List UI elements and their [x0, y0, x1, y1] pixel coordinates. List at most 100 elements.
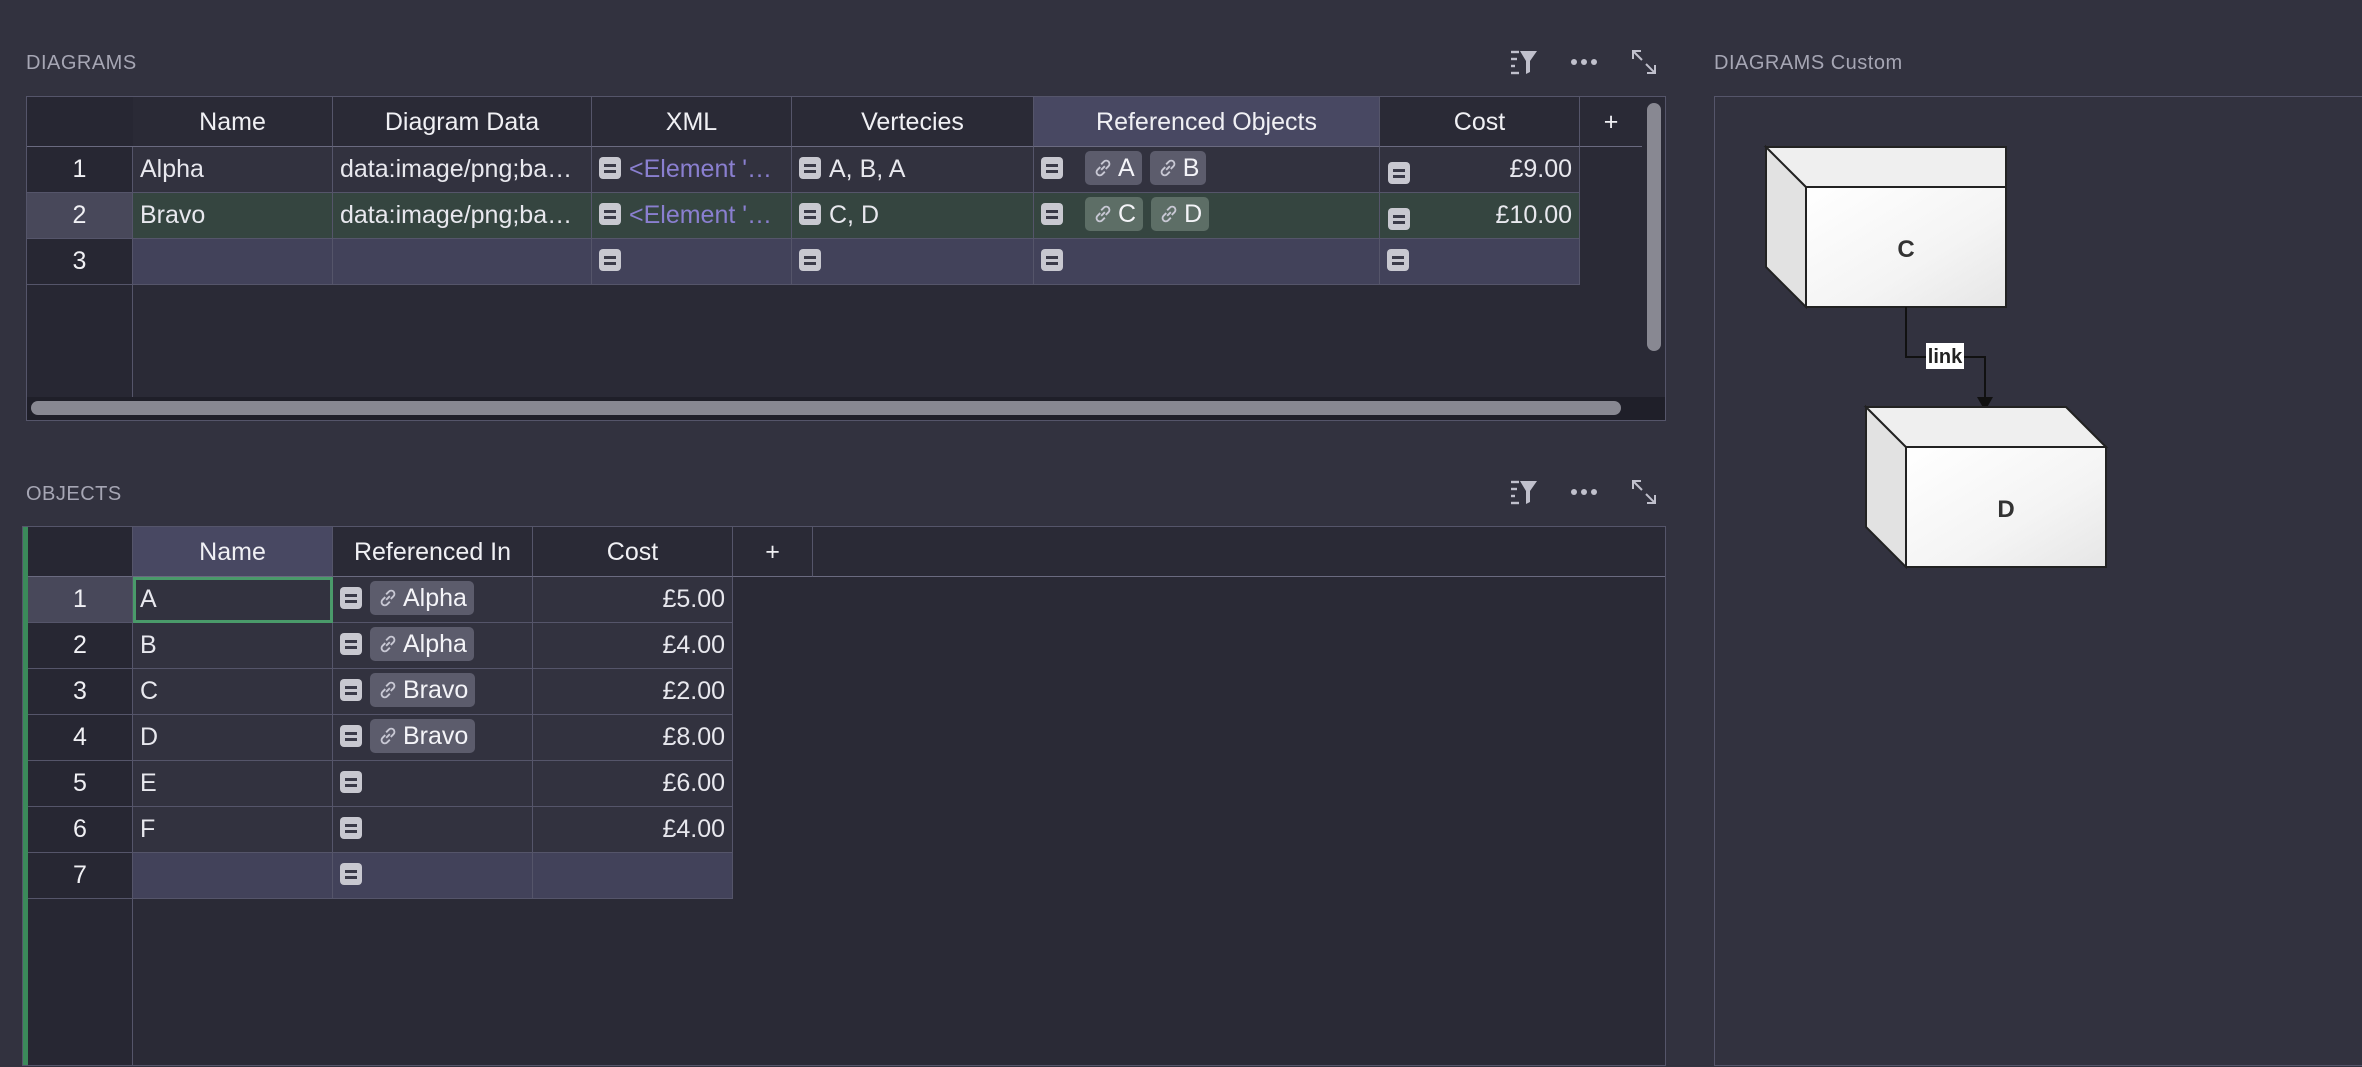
cell-referenced-objects[interactable]: [1034, 239, 1380, 285]
cell-cost[interactable]: £4.00: [533, 623, 733, 669]
list-icon[interactable]: [599, 249, 621, 272]
cell-referenced-objects[interactable]: AB: [1034, 147, 1380, 193]
column-header-referenced-in[interactable]: Referenced In: [333, 527, 533, 577]
add-column-button[interactable]: +: [733, 527, 813, 577]
reference-chip[interactable]: Alpha: [370, 581, 474, 616]
list-icon[interactable]: [599, 203, 621, 226]
more-icon[interactable]: [1564, 42, 1604, 82]
column-header-name[interactable]: Name: [133, 97, 333, 147]
list-icon[interactable]: [799, 157, 821, 180]
cell-referenced-in[interactable]: Bravo: [333, 715, 533, 761]
cell-name[interactable]: A: [133, 577, 333, 623]
list-icon[interactable]: [340, 587, 362, 610]
cell-vertecies[interactable]: [792, 239, 1034, 285]
cell-referenced-in[interactable]: Alpha: [333, 577, 533, 623]
objects-grid: Name Referenced In Cost + 1 A Alpha £5.00 2 B…: [22, 526, 1666, 1066]
row-number[interactable]: 2: [28, 623, 133, 669]
cell-diagram-data[interactable]: data:image/png;ba…: [333, 147, 592, 193]
column-header-vertecies[interactable]: Vertecies: [792, 97, 1034, 147]
horizontal-scrollbar[interactable]: [31, 401, 1621, 415]
sort-filter-icon[interactable]: [1504, 472, 1544, 512]
list-icon[interactable]: [340, 633, 362, 656]
list-icon[interactable]: [340, 863, 362, 886]
vertical-scrollbar[interactable]: [1647, 103, 1661, 351]
list-icon[interactable]: [1388, 162, 1410, 184]
row-number[interactable]: 1: [28, 577, 133, 623]
diagram-node-d[interactable]: D: [1863, 404, 2109, 570]
list-icon[interactable]: [799, 249, 821, 272]
expand-icon[interactable]: [1624, 42, 1664, 82]
column-header-xml[interactable]: XML: [592, 97, 792, 147]
column-header-referenced-objects[interactable]: Referenced Objects: [1034, 97, 1380, 147]
corner-header: [27, 97, 134, 147]
row-number[interactable]: 3: [28, 669, 133, 715]
sort-filter-icon[interactable]: [1504, 42, 1544, 82]
cell-cost[interactable]: £8.00: [533, 715, 733, 761]
list-icon[interactable]: [1388, 208, 1410, 230]
cell-cost[interactable]: £2.00: [533, 669, 733, 715]
cell-referenced-in[interactable]: [333, 761, 533, 807]
reference-chip[interactable]: Alpha: [370, 627, 474, 662]
row-number[interactable]: 2: [27, 193, 133, 239]
cell-vertecies[interactable]: C, D: [792, 193, 1034, 239]
cell-cost[interactable]: £6.00: [533, 761, 733, 807]
cell-cost[interactable]: [533, 853, 733, 899]
cell-cost[interactable]: £10.00: [1380, 193, 1580, 239]
cell-xml[interactable]: [592, 239, 792, 285]
reference-chip[interactable]: B: [1149, 151, 1207, 186]
expand-icon[interactable]: [1624, 472, 1664, 512]
list-icon[interactable]: [1041, 249, 1063, 272]
cell-name[interactable]: [133, 853, 333, 899]
reference-chip[interactable]: D: [1151, 197, 1210, 232]
column-header-name[interactable]: Name: [133, 527, 333, 577]
list-icon[interactable]: [799, 203, 821, 226]
column-header-cost[interactable]: Cost: [1380, 97, 1580, 147]
cell-diagram-data[interactable]: [333, 239, 592, 285]
diagram-edge[interactable]: link: [1905, 307, 1993, 411]
row-number[interactable]: 3: [27, 239, 133, 285]
cell-referenced-in[interactable]: [333, 853, 533, 899]
column-header-diagram-data[interactable]: Diagram Data: [333, 97, 592, 147]
reference-chip[interactable]: A: [1085, 151, 1142, 186]
cell-referenced-in[interactable]: [333, 807, 533, 853]
cell-referenced-in[interactable]: Alpha: [333, 623, 533, 669]
cell-cost[interactable]: £5.00: [533, 577, 733, 623]
cell-name[interactable]: F: [133, 807, 333, 853]
cell-xml[interactable]: <Element '…: [592, 193, 792, 239]
cell-name[interactable]: [133, 239, 333, 285]
column-header-cost[interactable]: Cost: [533, 527, 733, 577]
cell-cost[interactable]: [1380, 239, 1580, 285]
cell-name[interactable]: C: [133, 669, 333, 715]
cell-name[interactable]: Bravo: [133, 193, 333, 239]
cell-name[interactable]: E: [133, 761, 333, 807]
cell-name[interactable]: Alpha: [133, 147, 333, 193]
list-icon[interactable]: [1041, 203, 1063, 226]
reference-chip[interactable]: Bravo: [370, 719, 476, 754]
add-column-button[interactable]: +: [1580, 97, 1642, 147]
list-icon[interactable]: [340, 817, 362, 840]
row-number[interactable]: 4: [28, 715, 133, 761]
diagram-node-c[interactable]: C: [1763, 144, 2007, 310]
row-number[interactable]: 7: [28, 853, 133, 899]
reference-chip[interactable]: C: [1085, 197, 1144, 232]
more-icon[interactable]: [1564, 472, 1604, 512]
cell-xml[interactable]: <Element '…: [592, 147, 792, 193]
cell-name[interactable]: B: [133, 623, 333, 669]
row-number[interactable]: 1: [27, 147, 133, 193]
cell-referenced-objects[interactable]: CD: [1034, 193, 1380, 239]
list-icon[interactable]: [340, 725, 362, 748]
list-icon[interactable]: [599, 157, 621, 180]
list-icon[interactable]: [1387, 249, 1409, 272]
cell-cost[interactable]: £9.00: [1380, 147, 1580, 193]
cell-diagram-data[interactable]: data:image/png;ba…: [333, 193, 592, 239]
cell-cost[interactable]: £4.00: [533, 807, 733, 853]
reference-chip[interactable]: Bravo: [370, 673, 476, 708]
cell-referenced-in[interactable]: Bravo: [333, 669, 533, 715]
cell-name[interactable]: D: [133, 715, 333, 761]
cell-vertecies[interactable]: A, B, A: [792, 147, 1034, 193]
row-number[interactable]: 5: [28, 761, 133, 807]
list-icon[interactable]: [340, 771, 362, 794]
list-icon[interactable]: [340, 679, 362, 702]
list-icon[interactable]: [1041, 157, 1063, 180]
row-number[interactable]: 6: [28, 807, 133, 853]
